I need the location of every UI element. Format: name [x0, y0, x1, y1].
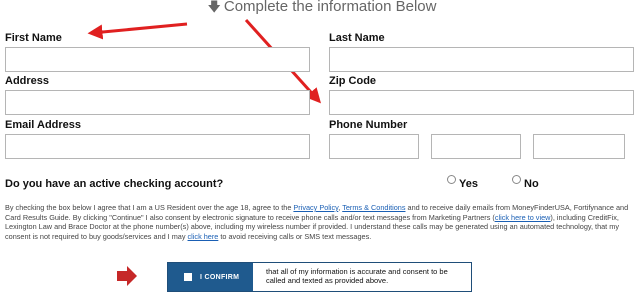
address-label: Address	[5, 75, 50, 87]
checking-account-question: Do you have an active checking account?	[5, 178, 224, 190]
zip-code-label: Zip Code	[329, 75, 377, 87]
phone-number-label: Phone Number	[329, 119, 408, 131]
last-name-label: Last Name	[329, 32, 385, 44]
annotation-arrow-first-name	[87, 22, 188, 40]
last-name-input[interactable]	[329, 47, 634, 72]
email-input[interactable]	[5, 134, 310, 159]
first-name-input[interactable]	[5, 47, 310, 72]
consent-disclaimer: By checking the box below I agree that I…	[5, 203, 636, 241]
yes-radio[interactable]	[447, 175, 456, 184]
confirm-consent-text: that all of my information is accurate a…	[266, 267, 448, 285]
yes-label: Yes	[459, 178, 478, 190]
first-name-label: First Name	[5, 32, 62, 44]
zip-code-input[interactable]	[329, 90, 634, 115]
view-partners-link[interactable]: click here to view	[495, 213, 551, 222]
disclaimer-text: By checking the box below I agree that I…	[5, 203, 294, 212]
no-label: No	[524, 178, 539, 190]
annotation-arrow-confirm	[117, 266, 137, 286]
phone-prefix-input[interactable]	[431, 134, 521, 159]
phone-area-code-input[interactable]	[329, 134, 419, 159]
confirm-button-label: I CONFIRM	[200, 274, 240, 281]
no-radio[interactable]	[512, 175, 521, 184]
phone-line-input[interactable]	[533, 134, 625, 159]
address-input[interactable]	[5, 90, 310, 115]
email-label: Email Address	[5, 119, 82, 131]
checkbox-icon[interactable]	[184, 273, 192, 281]
disclaimer-text: to avoid receiving calls or SMS text mes…	[218, 231, 372, 241]
avoid-calls-link[interactable]: click here	[188, 232, 219, 241]
confirm-button[interactable]: I CONFIRM	[168, 263, 253, 291]
terms-conditions-link[interactable]: Terms & Conditions	[342, 203, 405, 212]
privacy-policy-link[interactable]: Privacy Policy	[293, 203, 338, 212]
